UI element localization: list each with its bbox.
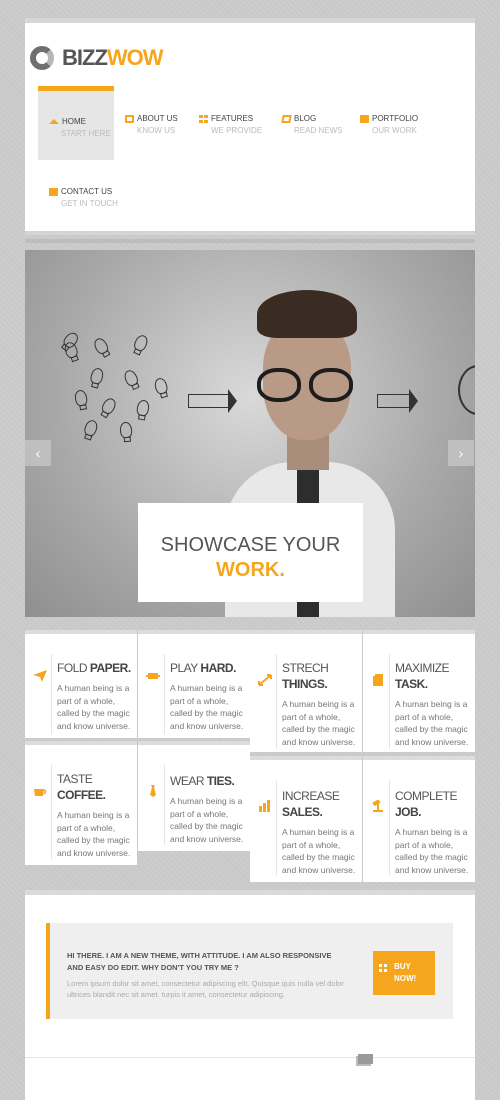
feature-title-light: STRECH [282,661,329,675]
feature-title-bold: JOB. [395,805,422,819]
features-icon [199,114,208,123]
about-icon [125,114,134,123]
feature-title-bold: PAPER. [89,661,131,675]
lightbulb-icon [73,389,89,407]
cta-box: HI THERE. I AM A NEW THEME, WITH ATTITUD… [46,923,453,1019]
lightbulb-sketch-icon [458,365,475,415]
feature-text: A human being is a part of a whole, call… [170,683,244,731]
tie-icon [150,785,156,797]
logo-text-accent: WOW [106,45,164,70]
hero-slider: ‹ › SHOWCASE YOUR WORK. [25,250,475,617]
lightbulb-icon [89,366,105,386]
feature-title-bold: SALES. [282,805,323,819]
feature-title-light: PLAY [170,661,198,675]
lightbulb-icon [91,336,111,356]
feature-play-hard: PLAY HARD. A human being is a part of a … [138,630,250,738]
feature-wear-ties: WEAR TIES. A human being is a part of a … [138,741,250,851]
feature-text: A human being is a part of a whole, call… [57,810,131,858]
cta-section: HI THERE. I AM A NEW THEME, WITH ATTITUD… [25,890,475,1100]
section-divider [25,1057,475,1058]
site-header: BIZZWOW HOME START HERE ABOUT US KNOW US… [25,23,475,235]
nav-label: FEATURES [211,114,254,123]
feature-taste-coffee: TASTE COFFEE. A human being is a part of … [25,741,137,865]
resize-icon [258,674,272,686]
feature-text: A human being is a part of a whole, call… [170,796,244,844]
lightbulb-icon [132,333,150,353]
nav-sublabel: GET IN TOUCH [61,199,118,208]
feature-title-light: MAXIMIZE [395,661,450,675]
slider-top-border [25,239,475,243]
feature-title-light: COMPLETE [395,789,458,803]
nav-label: BLOG [294,114,317,123]
logo-text-primary: BIZZ [62,45,108,70]
buy-now-button[interactable]: BUY NOW! [373,951,435,995]
feature-title-bold: THINGS. [282,677,328,691]
cta-title: HI THERE. I AM A NEW THEME, WITH ATTITUD… [67,951,332,972]
feature-title-bold: TIES. [206,774,235,788]
nav-label: HOME [62,117,86,126]
blog-icon [281,114,292,123]
feature-title-bold: HARD. [200,661,236,675]
stack-icon [358,1054,373,1064]
logo[interactable]: BIZZWOW [30,45,164,71]
gavel-icon [372,800,383,812]
feature-maximize-task: MAXIMIZE TASK. A human being is a part of… [363,630,475,752]
feature-title-bold: TASK. [395,677,428,691]
feature-text: A human being is a part of a whole, call… [57,683,131,731]
nav-item-portfolio[interactable]: PORTFOLIO OUR WORK [360,114,436,188]
cta-text: Lorem ipsum dolor sit amet, consectetur … [67,979,344,999]
feature-title-light: INCREASE [282,789,340,803]
grid-icon [379,964,387,972]
nav-item-blog[interactable]: BLOG READ NEWS [281,114,358,188]
lightbulb-icon [119,421,133,439]
chart-icon [259,800,270,812]
feature-strech-things: STRECH THINGS. A human being is a part of… [250,630,362,752]
nav-label: ABOUT US [137,114,178,123]
lightbulb-icon [153,376,169,396]
feature-text: A human being is a part of a whole, call… [282,827,356,875]
coffee-icon [34,789,47,796]
lightbulb-icon [61,330,81,350]
slider-caption-line1: SHOWCASE YOUR [160,534,341,556]
game-icon [146,673,160,679]
slider-caption: SHOWCASE YOUR WORK. [138,503,363,602]
slider-next-button[interactable]: › [448,440,474,466]
nav-label: PORTFOLIO [372,114,419,123]
arrow-right-icon [188,389,237,413]
nav-sublabel: WE PROVIDE [211,126,263,135]
feature-text: A human being is a part of a whole, call… [282,699,356,747]
mail-icon [49,187,58,196]
feature-title-bold: COFFEE. [57,788,106,802]
feature-fold-paper: FOLD PAPER. A human being is a part of a… [25,630,137,738]
nav-item-home[interactable]: HOME START HERE [38,86,114,160]
feature-text: A human being is a part of a whole, call… [395,827,469,875]
layers-icon [373,674,383,686]
slider-caption-line2: WORK. [216,559,285,581]
lightbulb-icon [122,368,140,388]
buy-now-label: BUY NOW! [394,962,417,983]
feature-text: A human being is a part of a whole, call… [395,699,469,747]
lightbulb-icon [82,418,100,438]
nav-item-features[interactable]: FEATURES WE PROVIDE [199,114,275,188]
feature-title-light: FOLD [57,661,88,675]
portfolio-icon [360,114,369,123]
feature-increase-sales: INCREASE SALES. A human being is a part o… [250,756,362,882]
home-icon [49,119,59,124]
slider-prev-button[interactable]: ‹ [25,440,51,466]
lightbulb-icon [135,399,151,417]
nav-sublabel: KNOW US [137,126,176,135]
logo-icon [30,46,54,70]
feature-complete-job: COMPLETE JOB. A human being is a part of … [363,756,475,882]
feature-title-light: WEAR [170,774,205,788]
nav-label: CONTACT US [61,187,113,196]
nav-item-about[interactable]: ABOUT US KNOW US [125,114,201,188]
feature-title-light: TASTE [57,772,93,786]
paper-plane-icon [33,670,47,682]
nav-sublabel: READ NEWS [294,126,343,135]
nav-sublabel: OUR WORK [372,126,417,135]
lightbulb-icon [99,396,119,416]
nav-sublabel: START HERE [61,129,111,138]
